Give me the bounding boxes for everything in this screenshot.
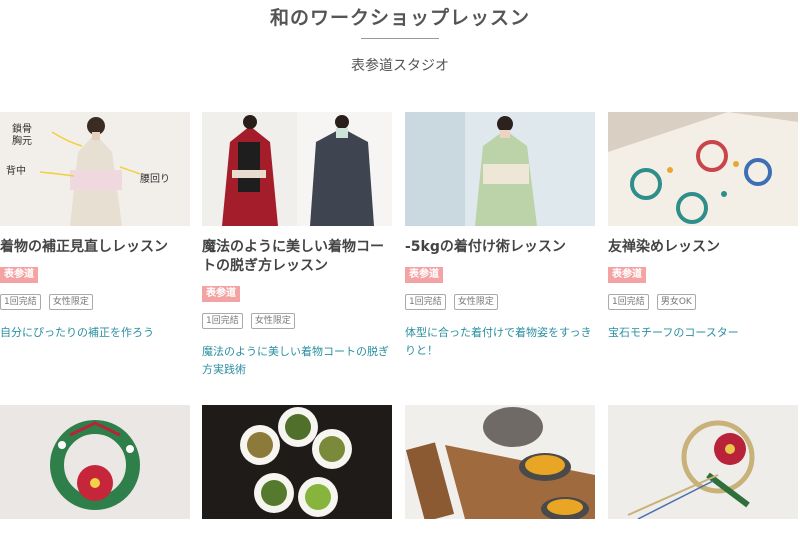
lesson-title[interactable]: 友禅染めレッスン — [608, 238, 798, 257]
lesson-card-tea-set[interactable] — [405, 405, 595, 519]
label-collarbone: 鎖骨 — [12, 122, 32, 135]
tag-audience: 女性限定 — [453, 294, 498, 310]
tag-audience: 男女OK — [656, 294, 696, 310]
lesson-description[interactable]: 自分にぴったりの補正を作ろう — [0, 324, 190, 342]
page-subtitle: 表参道スタジオ — [351, 58, 449, 74]
location-badge: 表参道 — [202, 286, 240, 302]
tag-audience: 女性限定 — [48, 294, 93, 310]
page-title: 和のワークショップレッスン — [269, 7, 530, 29]
location-badge: 表参道 — [608, 267, 646, 283]
location-badge: 表参道 — [405, 267, 443, 283]
lesson-title[interactable]: -5kgの着付け術レッスン — [405, 238, 595, 257]
lesson-description[interactable]: 魔法のように美しい着物コートの脱ぎ方実践術 — [202, 343, 392, 379]
lesson-image-wreath[interactable] — [0, 405, 190, 519]
label-chest: 胸元 — [12, 134, 32, 147]
lesson-image-tea-set[interactable] — [405, 405, 595, 519]
label-back: 背中 — [6, 164, 26, 177]
lesson-card-kimono-coat[interactable]: 魔法のように美しい着物コートの脱ぎ方レッスン 表参道 1回完結 女性限定 魔法の… — [202, 112, 392, 379]
label-waist: 腰回り — [140, 173, 170, 185]
lesson-title[interactable]: 着物の補正見直しレッスン — [0, 238, 190, 257]
lesson-description[interactable]: 体型に合った着付けで着物姿をすっきりと！ — [405, 324, 595, 360]
location-badge: 表参道 — [0, 267, 38, 283]
lesson-card-slim-dressing[interactable]: -5kgの着付け術レッスン 表参道 1回完結 女性限定 体型に合った着付けで着物… — [405, 112, 595, 360]
tag-audience: 女性限定 — [250, 313, 295, 329]
lesson-card-kimono-correction[interactable]: 鎖骨 胸元 背中 腰回り 着物の補正見直しレッスン 表参道 1回完結 女性限定 … — [0, 112, 190, 342]
lesson-description[interactable]: 宝石モチーフのコースター — [608, 324, 798, 342]
lesson-image-kimono-correction[interactable]: 鎖骨 胸元 背中 腰回り — [0, 112, 190, 226]
title-divider — [361, 38, 439, 39]
lesson-card-tea-leaves[interactable] — [202, 405, 392, 519]
tag-single-session: 1回完結 — [608, 294, 649, 310]
tag-single-session: 1回完結 — [202, 313, 243, 329]
tag-single-session: 1回完結 — [405, 294, 446, 310]
lesson-image-yuzen-dyeing[interactable] — [608, 112, 798, 226]
lesson-card-new-year-decoration[interactable] — [608, 405, 798, 519]
lesson-image-kimono-coat[interactable] — [202, 112, 392, 226]
lesson-card-wreath[interactable] — [0, 405, 190, 519]
lesson-title[interactable]: 魔法のように美しい着物コートの脱ぎ方レッスン — [202, 238, 392, 276]
lesson-card-yuzen-dyeing[interactable]: 友禅染めレッスン 表参道 1回完結 男女OK 宝石モチーフのコースター — [608, 112, 798, 342]
lesson-image-tea-leaves[interactable] — [202, 405, 392, 519]
tag-single-session: 1回完結 — [0, 294, 41, 310]
lesson-image-slim-dressing[interactable] — [405, 112, 595, 226]
lesson-image-new-year-decoration[interactable] — [608, 405, 798, 519]
